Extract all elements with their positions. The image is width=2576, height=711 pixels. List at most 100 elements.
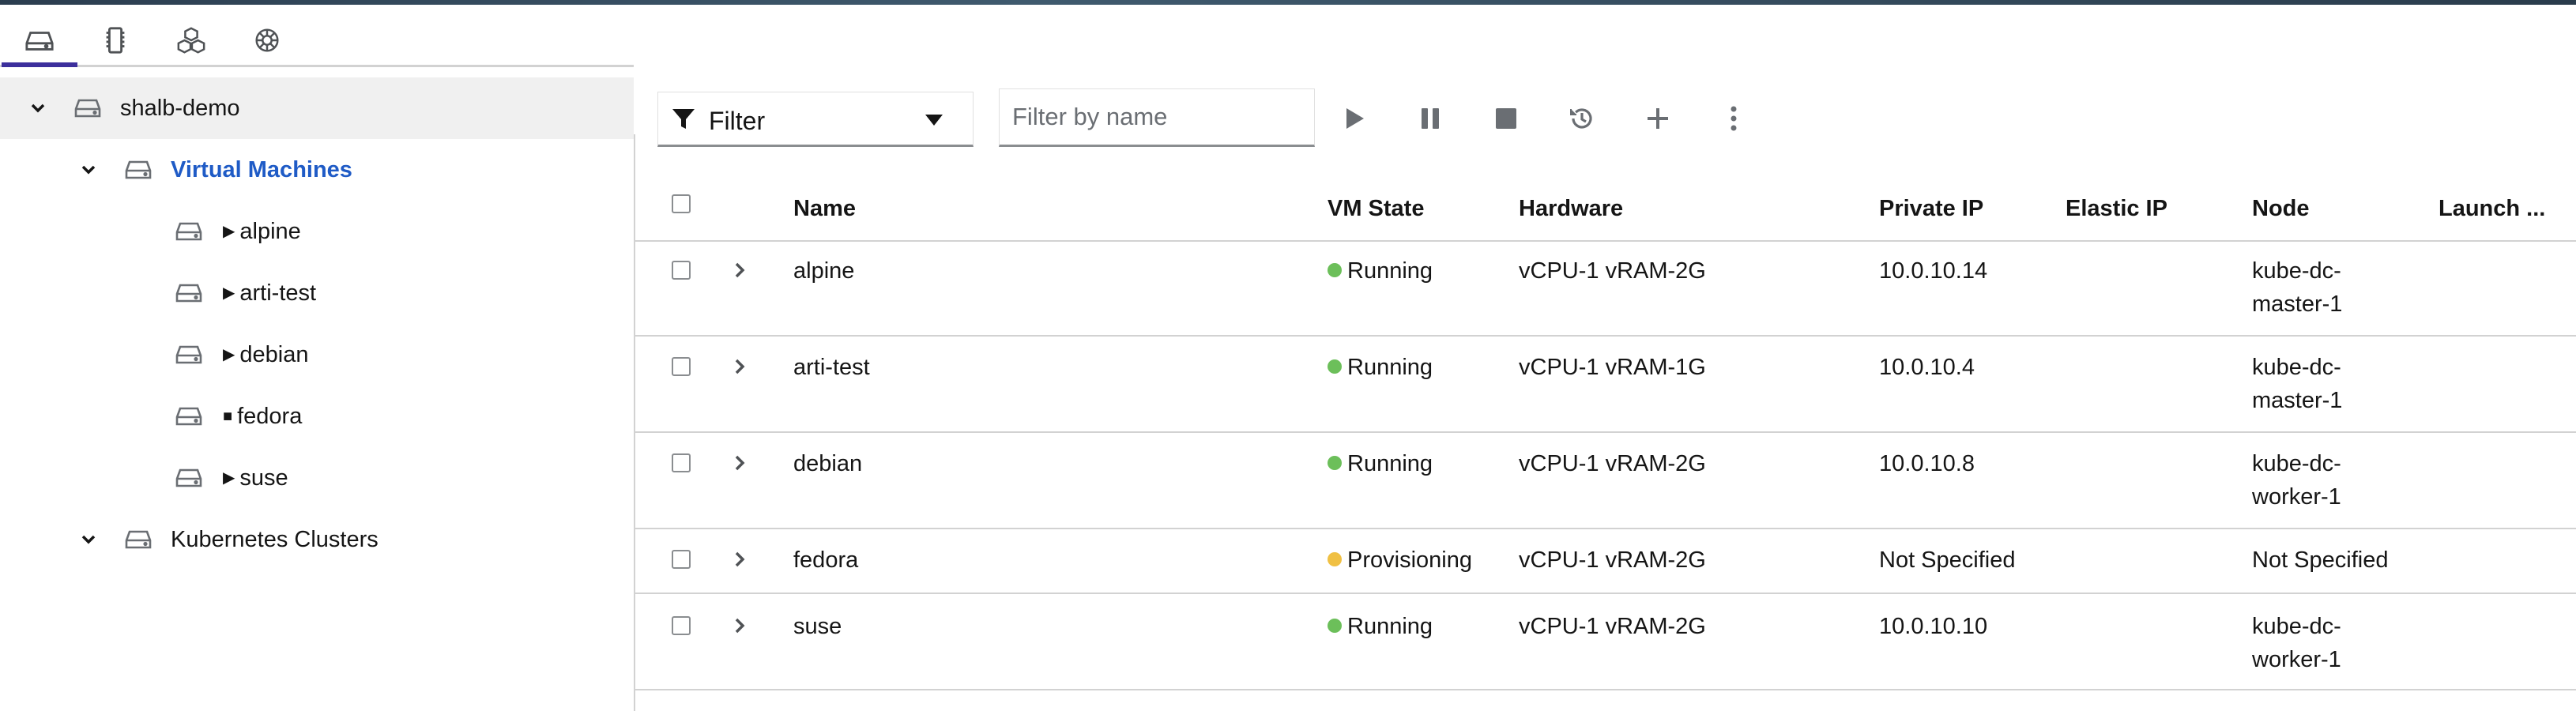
status-dot [1328, 619, 1342, 633]
vm-state-label: Running [1347, 451, 1433, 476]
tree-item-vm[interactable]: ■ fedora [0, 386, 634, 447]
vm-state-glyph: ▶ [223, 222, 235, 240]
vm-node: kube-dc-worker-1 [2252, 614, 2341, 672]
row-checkbox[interactable] [672, 357, 691, 376]
tree-label: shalb-demo [120, 95, 240, 121]
server-icon [175, 222, 202, 241]
chevron-right-icon[interactable] [730, 616, 749, 635]
vm-name[interactable]: alpine [793, 254, 854, 288]
vm-private-ip: 10.0.10.4 [1879, 355, 1975, 380]
select-all-checkbox[interactable] [672, 194, 691, 213]
vm-private-ip: 10.0.10.14 [1879, 258, 1988, 284]
column-header-private-ip[interactable]: Private IP [1879, 196, 1983, 222]
tree-label: fedora [237, 403, 303, 429]
chevron-right-icon[interactable] [730, 357, 749, 376]
vm-name[interactable]: suse [793, 610, 842, 643]
column-header-elastic-ip[interactable]: Elastic IP [2066, 196, 2167, 222]
vm-hardware: vCPU-1 vRAM-2G [1519, 258, 1706, 284]
icon-tab-bar [0, 5, 634, 67]
tree-item-vm[interactable]: ▶ debian [0, 324, 634, 386]
tab-helm[interactable] [229, 14, 305, 65]
tab-cubes[interactable] [153, 14, 229, 65]
chevron-right-icon[interactable] [730, 550, 749, 569]
tree-item-shalb-demo[interactable]: shalb-demo [0, 77, 634, 139]
chevron-right-icon[interactable] [730, 261, 749, 280]
vm-state-glyph: ▶ [223, 284, 235, 302]
server-icon [175, 468, 202, 487]
status-dot [1328, 263, 1342, 277]
vm-hardware: vCPU-1 vRAM-1G [1519, 355, 1706, 380]
pause-icon [1422, 108, 1439, 129]
column-header-launch[interactable]: Launch ... [2439, 196, 2545, 222]
vm-name[interactable]: fedora [793, 544, 858, 577]
tree-label: alpine [239, 218, 301, 244]
stop-icon [1496, 108, 1516, 129]
filter-icon [672, 109, 695, 129]
start-button[interactable] [1337, 101, 1372, 136]
table-row[interactable]: fedora Provisioning vCPU-1 vRAM-2G Not S… [634, 529, 2576, 594]
table-row[interactable]: debian Running vCPU-1 vRAM-2G 10.0.10.8 … [634, 433, 2576, 529]
chevron-down-icon[interactable] [28, 99, 47, 118]
status-dot [1328, 552, 1342, 566]
cubes-icon [177, 27, 205, 54]
row-checkbox[interactable] [672, 453, 691, 472]
column-header-name[interactable]: Name [793, 196, 856, 222]
chevron-down-icon[interactable] [79, 530, 98, 549]
storage-icon [25, 32, 54, 51]
vm-node: kube-dc-worker-1 [2252, 451, 2341, 510]
table-row[interactable]: alpine Running vCPU-1 vRAM-2G 10.0.10.14… [634, 240, 2576, 337]
column-header-vm-state[interactable]: VM State [1328, 196, 1424, 222]
vm-state-glyph: ■ [223, 407, 233, 425]
filter-by-name-input[interactable] [999, 88, 1315, 147]
vm-private-ip: 10.0.10.10 [1879, 614, 1988, 639]
server-icon [125, 530, 152, 549]
vm-state: Running [1328, 610, 1433, 643]
pause-button[interactable] [1413, 101, 1448, 136]
vm-state-label: Running [1347, 258, 1433, 284]
table-row[interactable]: suse Running vCPU-1 vRAM-2G 10.0.10.10 k… [634, 594, 2576, 690]
server-icon [74, 99, 101, 118]
vm-state: Provisioning [1328, 544, 1472, 577]
row-checkbox[interactable] [672, 616, 691, 635]
server-icon [175, 284, 202, 303]
filter-dropdown[interactable]: Filter [657, 92, 974, 147]
vm-name[interactable]: arti-test [793, 351, 870, 384]
vm-state-glyph: ▶ [223, 345, 235, 363]
more-actions-button[interactable] [1716, 101, 1751, 136]
tab-memory[interactable] [77, 14, 153, 65]
tree-item-vm[interactable]: ▶ arti-test [0, 262, 634, 324]
plus-icon [1648, 108, 1668, 129]
restart-icon [1570, 108, 1592, 129]
add-button[interactable] [1640, 101, 1675, 136]
play-icon [1346, 108, 1364, 129]
tree-label: arti-test [239, 280, 317, 306]
vm-node: Not Specified [2252, 547, 2389, 573]
tree-label: debian [239, 341, 309, 367]
tree-item-kubernetes-clusters[interactable]: Kubernetes Clusters [0, 509, 634, 570]
tree-item-virtual-machines[interactable]: Virtual Machines [0, 139, 634, 201]
vm-node: kube-dc-master-1 [2252, 355, 2343, 413]
tab-storage[interactable] [2, 14, 77, 67]
column-header-node[interactable]: Node [2252, 196, 2310, 222]
table-row[interactable]: arti-test Running vCPU-1 vRAM-1G 10.0.10… [634, 337, 2576, 433]
vm-hardware: vCPU-1 vRAM-2G [1519, 451, 1706, 476]
status-dot [1328, 359, 1342, 374]
restart-button[interactable] [1565, 101, 1599, 136]
row-checkbox[interactable] [672, 261, 691, 280]
vm-private-ip: Not Specified [1879, 547, 2016, 573]
row-checkbox[interactable] [672, 550, 691, 569]
tree-item-vm[interactable]: ▶ alpine [0, 201, 634, 262]
navigation-panel: shalb-demo Virtual Machines ▶ alpine ▶ art… [0, 5, 634, 711]
server-icon [175, 345, 202, 364]
stop-button[interactable] [1489, 101, 1523, 136]
tree-label: Virtual Machines [171, 156, 352, 182]
chevron-down-icon[interactable] [79, 160, 98, 179]
vm-node: kube-dc-master-1 [2252, 258, 2343, 317]
chevron-right-icon[interactable] [730, 453, 749, 472]
vm-name[interactable]: debian [793, 447, 862, 480]
column-header-hardware[interactable]: Hardware [1519, 196, 1623, 222]
memory-chip-icon [106, 27, 125, 54]
tree-item-vm[interactable]: ▶ suse [0, 447, 634, 509]
vm-hardware: vCPU-1 vRAM-2G [1519, 547, 1706, 573]
caret-down-icon [925, 115, 943, 126]
